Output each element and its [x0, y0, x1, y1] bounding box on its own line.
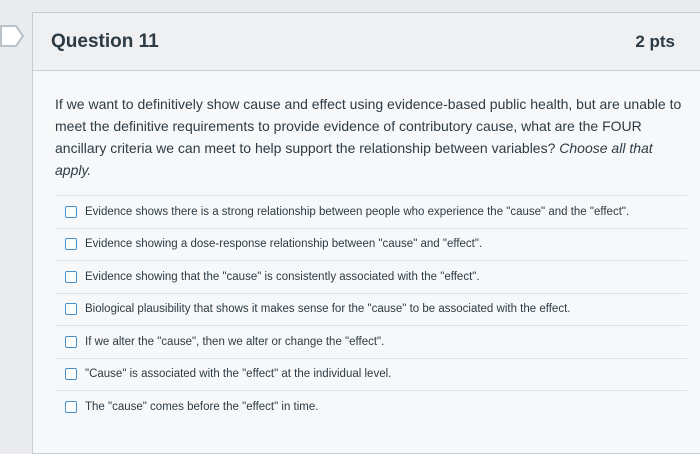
- checkbox[interactable]: [65, 238, 77, 251]
- answer-option-3[interactable]: Evidence showing that the "cause" is con…: [55, 260, 687, 293]
- checkbox[interactable]: [65, 303, 77, 316]
- answer-option-5[interactable]: If we alter the "cause", then we alter o…: [55, 325, 687, 358]
- question-card: Question 11 2 pts If we want to definiti…: [32, 12, 700, 454]
- answer-option-2[interactable]: Evidence showing a dose-response relatio…: [55, 227, 687, 261]
- checkbox[interactable]: [65, 205, 77, 218]
- quiz-page: Question 11 2 pts If we want to definiti…: [0, 0, 700, 454]
- question-text: If we want to definitively show cause an…: [55, 93, 685, 181]
- question-body: If we want to definitively show cause an…: [33, 71, 700, 423]
- answer-option-1[interactable]: Evidence shows there is a strong relatio…: [55, 195, 687, 228]
- checkbox[interactable]: [65, 270, 77, 283]
- answer-label: "Cause" is associated with the "effect" …: [85, 368, 392, 381]
- answer-label: Evidence showing a dose-response relatio…: [85, 238, 483, 251]
- flag-question-icon[interactable]: [0, 24, 26, 48]
- question-title: Question 11: [51, 30, 159, 52]
- checkbox[interactable]: [65, 400, 77, 413]
- question-points: 2 pts: [635, 31, 675, 51]
- answer-option-6[interactable]: "Cause" is associated with the "effect" …: [55, 357, 687, 391]
- checkbox[interactable]: [65, 335, 77, 348]
- question-header: Question 11 2 pts: [33, 13, 700, 71]
- answer-list: Evidence shows there is a strong relatio…: [55, 195, 687, 423]
- answer-option-7[interactable]: The "cause" comes before the "effect" in…: [55, 390, 687, 423]
- answer-label: If we alter the "cause", then we alter o…: [85, 335, 385, 348]
- answer-label: Evidence shows there is a strong relatio…: [85, 205, 630, 218]
- checkbox[interactable]: [65, 368, 77, 381]
- answer-label: Biological plausibility that shows it ma…: [85, 303, 571, 316]
- answer-label: Evidence showing that the "cause" is con…: [85, 270, 480, 283]
- answer-option-4[interactable]: Biological plausibility that shows it ma…: [55, 292, 687, 326]
- answer-label: The "cause" comes before the "effect" in…: [85, 400, 319, 413]
